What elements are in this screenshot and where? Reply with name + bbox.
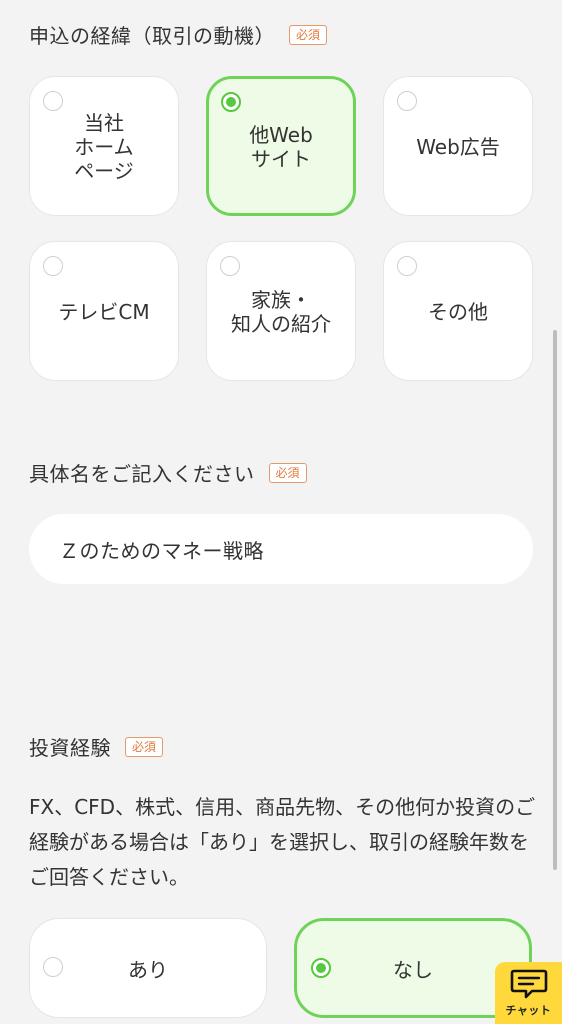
option-label: その他 bbox=[428, 300, 488, 324]
radio-icon bbox=[43, 957, 63, 977]
specific-name-input[interactable]: Ｚのためのマネー戦略 bbox=[29, 514, 533, 584]
option-family-referral[interactable]: 家族・ 知人の紹介 bbox=[206, 241, 356, 381]
option-web-ad[interactable]: Web広告 bbox=[383, 76, 533, 216]
scrollbar[interactable] bbox=[553, 330, 557, 870]
chat-bubble-icon bbox=[510, 969, 547, 999]
radio-icon bbox=[220, 256, 240, 276]
chat-button[interactable]: チャット bbox=[495, 962, 562, 1024]
radio-icon bbox=[43, 256, 63, 276]
experience-title-text: 投資経験 bbox=[29, 736, 111, 760]
specific-section-title: 具体名をご記入ください 必須 bbox=[29, 458, 307, 487]
option-tv-cm[interactable]: テレビCM bbox=[29, 241, 179, 381]
required-badge: 必須 bbox=[268, 462, 307, 483]
option-label: 当社 ホーム ページ bbox=[74, 111, 134, 183]
required-badge: 必須 bbox=[289, 24, 328, 45]
option-other[interactable]: その他 bbox=[383, 241, 533, 381]
radio-checked-icon bbox=[221, 92, 241, 112]
option-company-homepage[interactable]: 当社 ホーム ページ bbox=[29, 76, 179, 216]
radio-icon bbox=[397, 256, 417, 276]
option-label: 家族・ 知人の紹介 bbox=[231, 288, 331, 336]
option-label: あり bbox=[128, 957, 168, 982]
option-label: テレビCM bbox=[58, 300, 150, 324]
option-other-website[interactable]: 他Web サイト bbox=[206, 76, 356, 216]
experience-description: FX、CFD、株式、信用、商品先物、その他何か投資のご経験がある場合は「あり」を… bbox=[29, 795, 536, 889]
required-badge: 必須 bbox=[125, 736, 164, 757]
motive-title-text: 申込の経緯（取引の動機） bbox=[29, 24, 275, 48]
radio-icon bbox=[43, 91, 63, 111]
option-label: Web広告 bbox=[416, 135, 500, 159]
motive-section-title: 申込の経緯（取引の動機） 必須 bbox=[29, 20, 328, 49]
specific-title-text: 具体名をご記入ください bbox=[29, 462, 255, 486]
chat-label: チャット bbox=[505, 1004, 552, 1017]
radio-checked-icon bbox=[311, 958, 331, 978]
experience-option-yes[interactable]: あり bbox=[29, 918, 267, 1018]
experience-section-title: 投資経験 必須 bbox=[29, 732, 164, 761]
radio-icon bbox=[397, 91, 417, 111]
option-label: なし bbox=[393, 957, 433, 982]
option-label: 他Web サイト bbox=[249, 123, 313, 171]
